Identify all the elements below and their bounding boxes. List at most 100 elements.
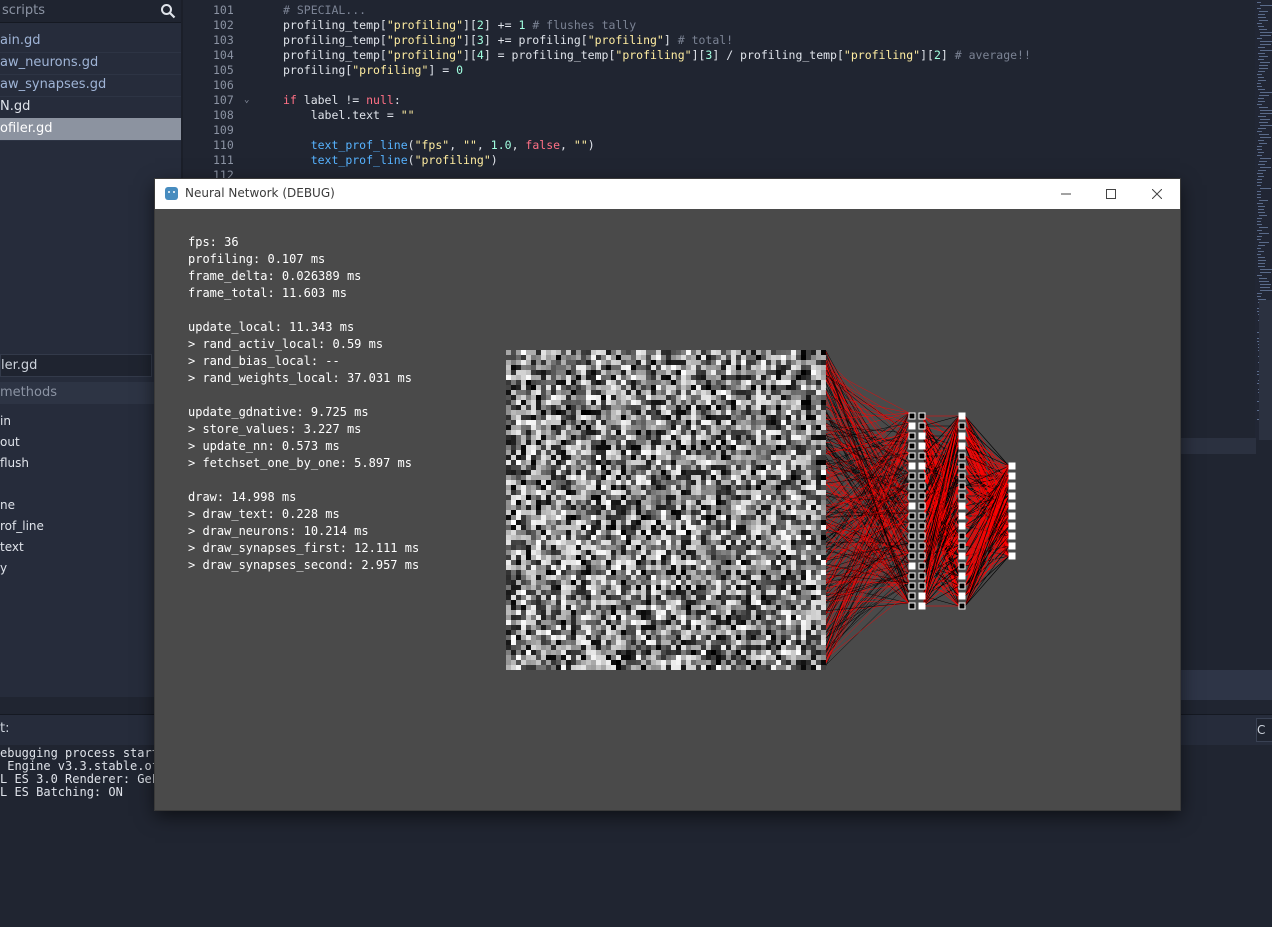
input-pixel — [591, 580, 596, 585]
input-pixel — [791, 665, 796, 670]
input-pixel — [761, 485, 766, 490]
input-pixel — [746, 410, 751, 415]
input-pixel — [651, 555, 656, 560]
input-pixel — [666, 650, 671, 655]
input-pixel — [781, 580, 786, 585]
input-pixel — [561, 490, 566, 495]
input-pixel — [696, 560, 701, 565]
method-item[interactable]: text — [0, 537, 181, 558]
input-pixel — [816, 380, 821, 385]
input-pixel — [711, 635, 716, 640]
input-pixel — [566, 600, 571, 605]
input-pixel — [751, 385, 756, 390]
method-item[interactable]: flush — [0, 453, 181, 474]
input-pixel — [546, 425, 551, 430]
input-pixel — [586, 480, 591, 485]
input-pixel — [646, 585, 651, 590]
input-pixel — [781, 360, 786, 365]
input-pixel — [701, 665, 706, 670]
input-pixel — [626, 435, 631, 440]
input-pixel — [601, 465, 606, 470]
input-pixel — [726, 375, 731, 380]
script-item[interactable]: aw_synapses.gd — [0, 74, 181, 97]
input-pixel — [506, 610, 511, 615]
input-pixel — [776, 385, 781, 390]
input-pixel — [601, 350, 606, 355]
input-pixel — [731, 520, 736, 525]
input-pixel — [801, 385, 806, 390]
method-filter-input[interactable]: ler.gd — [0, 354, 152, 377]
input-pixel — [616, 385, 621, 390]
input-pixel — [686, 600, 691, 605]
input-pixel — [786, 395, 791, 400]
input-pixel — [616, 440, 621, 445]
input-pixel — [511, 530, 516, 535]
search-icon[interactable] — [160, 3, 176, 19]
input-pixel — [736, 475, 741, 480]
input-pixel — [666, 555, 671, 560]
script-search-bar[interactable]: scripts — [0, 0, 181, 23]
input-pixel — [756, 480, 761, 485]
input-pixel — [801, 405, 806, 410]
fold-arrow-icon[interactable]: ⌄ — [244, 93, 249, 108]
input-pixel — [551, 530, 556, 535]
script-item[interactable]: ain.gd — [0, 30, 181, 53]
input-pixel — [816, 515, 821, 520]
input-pixel — [561, 665, 566, 670]
input-pixel — [751, 555, 756, 560]
input-pixel — [551, 470, 556, 475]
input-pixel — [726, 545, 731, 550]
input-pixel — [661, 485, 666, 490]
input-pixel — [796, 465, 801, 470]
input-pixel — [526, 480, 531, 485]
input-pixel — [791, 385, 796, 390]
clear-output-button[interactable]: C — [1256, 718, 1272, 742]
input-pixel — [731, 545, 736, 550]
input-pixel — [801, 550, 806, 555]
input-pixel — [706, 360, 711, 365]
input-pixel — [731, 385, 736, 390]
script-item[interactable]: N.gd — [0, 96, 181, 119]
input-pixel — [571, 410, 576, 415]
input-pixel — [786, 400, 791, 405]
method-item[interactable]: y — [0, 558, 181, 579]
input-pixel — [661, 430, 666, 435]
input-pixel — [796, 530, 801, 535]
input-pixel — [736, 370, 741, 375]
method-item[interactable]: in — [0, 411, 181, 432]
input-pixel — [666, 630, 671, 635]
input-pixel — [661, 565, 666, 570]
input-pixel — [556, 420, 561, 425]
input-pixel — [546, 520, 551, 525]
input-pixel — [741, 390, 746, 395]
input-pixel — [526, 525, 531, 530]
input-pixel — [796, 415, 801, 420]
input-pixel — [686, 485, 691, 490]
input-pixel — [686, 610, 691, 615]
method-item[interactable] — [0, 474, 181, 495]
input-pixel — [546, 485, 551, 490]
method-item[interactable]: rof_line — [0, 516, 181, 537]
input-pixel — [721, 450, 726, 455]
editor-scrollbar[interactable] — [1259, 300, 1272, 440]
neuron — [918, 452, 926, 460]
input-pixel — [566, 500, 571, 505]
input-pixel — [506, 510, 511, 515]
input-pixel — [781, 560, 786, 565]
input-pixel — [631, 590, 636, 595]
input-pixel — [776, 470, 781, 475]
script-item[interactable]: aw_neurons.gd — [0, 52, 181, 75]
input-pixel — [541, 480, 546, 485]
input-pixel — [646, 425, 651, 430]
input-pixel — [671, 425, 676, 430]
input-pixel — [806, 455, 811, 460]
neuron — [958, 412, 966, 420]
script-item[interactable]: ofiler.gd — [0, 118, 181, 141]
code-editor[interactable]: 101 # SPECIAL... 102 profiling_temp["profil… — [183, 0, 1255, 182]
method-item[interactable]: out — [0, 432, 181, 453]
input-pixel — [731, 370, 736, 375]
input-pixel — [646, 540, 651, 545]
method-item[interactable]: ne — [0, 495, 181, 516]
input-pixel — [751, 580, 756, 585]
input-pixel — [756, 665, 761, 670]
